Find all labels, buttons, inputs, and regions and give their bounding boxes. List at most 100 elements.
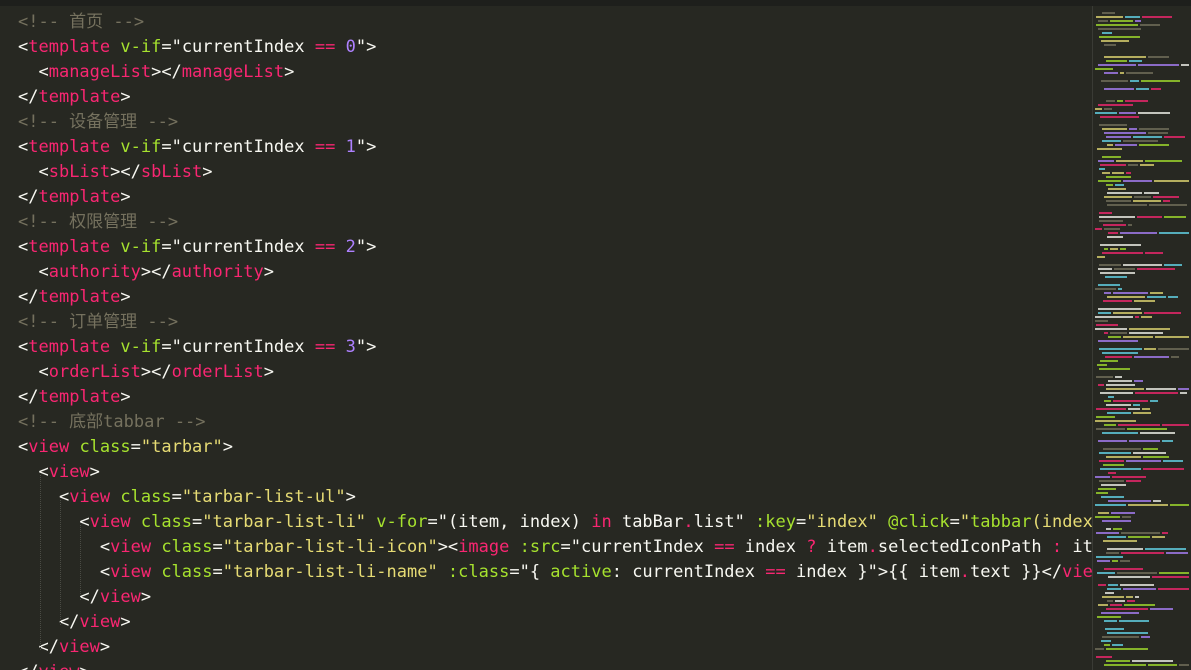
code-line[interactable]: <view class="tarbar"> [0, 435, 233, 460]
minimap-stroke [1126, 480, 1141, 482]
minimap-stroke [1121, 552, 1164, 554]
code-line[interactable]: <sbList></sbList> [0, 160, 212, 185]
code-line[interactable]: <view class="tarbar-list-li" v-for="(ite… [0, 510, 1092, 535]
code-token: in [591, 512, 612, 532]
minimap-stroke [1127, 600, 1135, 602]
minimap-stroke [1106, 608, 1148, 610]
code-line[interactable]: <view> [0, 460, 99, 485]
minimap-stroke [1162, 424, 1189, 426]
code-line[interactable]: <!-- 首页 --> [0, 10, 144, 35]
minimap-stroke [1147, 296, 1166, 298]
code-token: </ [18, 287, 39, 307]
minimap-stroke [1102, 140, 1121, 142]
minimap-stroke [1095, 108, 1102, 110]
code-token: class [110, 487, 172, 507]
minimap-stroke [1153, 500, 1161, 502]
minimap-stroke [1171, 356, 1179, 358]
code-line-text: <!-- 权限管理 --> [0, 212, 178, 232]
minimap-stroke [1144, 348, 1156, 350]
code-editor[interactable]: <!-- 首页 --> <template v-if="currentIndex … [0, 10, 1092, 670]
code-line[interactable]: <view class="tarbar-list-li-name" :class… [0, 560, 1092, 585]
code-line[interactable]: </view> [0, 635, 110, 660]
minimap-stroke [1115, 600, 1125, 602]
minimap-stroke [1098, 284, 1120, 286]
minimap-stroke [1095, 420, 1136, 422]
code-token: > [222, 437, 234, 457]
code-line[interactable]: <!-- 订单管理 --> [0, 310, 178, 335]
code-token: index [734, 537, 807, 557]
code-token: template [38, 87, 121, 107]
code-token: item [1072, 537, 1092, 557]
code-token: "> [355, 337, 377, 357]
code-token: </ [18, 637, 59, 657]
minimap-stroke [1112, 644, 1123, 646]
code-line[interactable]: <!-- 权限管理 --> [0, 210, 178, 235]
code-line[interactable]: <orderList></orderList> [0, 360, 273, 385]
code-line[interactable]: <!-- 底部tabbar --> [0, 410, 206, 435]
minimap-stroke [1098, 20, 1108, 22]
code-line[interactable]: <view class="tarbar-list-li-icon"><image… [0, 535, 1092, 560]
code-token: =" [161, 137, 182, 157]
minimap-stroke [1104, 88, 1134, 90]
code-line[interactable]: </template> [0, 385, 131, 410]
minimap-stroke [1112, 476, 1146, 478]
minimap-stroke [1122, 516, 1131, 518]
minimap-stroke [1099, 36, 1140, 38]
code-line[interactable]: </template> [0, 85, 131, 110]
minimap[interactable] [1092, 6, 1191, 670]
minimap-stroke [1155, 336, 1189, 338]
code-line[interactable]: <manageList></manageList> [0, 60, 294, 85]
minimap-stroke [1133, 452, 1166, 454]
code-token: class [151, 537, 213, 557]
minimap-stroke [1143, 448, 1158, 450]
code-line[interactable]: <template v-if="currentIndex == 1"> [0, 135, 376, 160]
code-line[interactable]: <!-- 设备管理 --> [0, 110, 178, 135]
code-line[interactable]: </view> [0, 610, 131, 635]
code-token: currentIndex [181, 37, 315, 57]
minimap-stroke [1129, 332, 1163, 334]
minimap-stroke [1106, 388, 1144, 390]
minimap-stroke [1102, 596, 1124, 598]
code-token: = [796, 512, 807, 532]
minimap-stroke [1134, 300, 1155, 302]
minimap-stroke [1123, 336, 1153, 338]
code-line[interactable]: <template v-if="currentIndex == 3"> [0, 335, 376, 360]
minimap-stroke [1100, 164, 1126, 166]
minimap-stroke [1137, 268, 1175, 270]
minimap-stroke [1095, 476, 1110, 478]
code-token: "tarbar" [140, 437, 223, 457]
code-token: = [192, 512, 203, 532]
code-token: v-if [110, 337, 162, 357]
minimap-stroke [1104, 248, 1108, 250]
code-line-text: <sbList></sbList> [0, 162, 212, 182]
code-line[interactable]: </view> [0, 660, 90, 670]
minimap-stroke [1099, 220, 1123, 222]
code-token: :src [509, 537, 561, 557]
minimap-stroke [1159, 232, 1189, 234]
minimap-stroke [1139, 144, 1169, 146]
code-token: <!-- 首页 --> [18, 12, 145, 32]
code-line[interactable]: <template v-if="currentIndex == 0"> [0, 35, 376, 60]
code-line[interactable]: <template v-if="currentIndex == 2"> [0, 235, 376, 260]
minimap-stroke [1113, 292, 1148, 294]
code-line[interactable]: <view class="tarbar-list-ul"> [0, 485, 356, 510]
code-token: currentIndex [181, 137, 315, 157]
code-token: < [18, 162, 49, 182]
code-line[interactable]: </template> [0, 285, 131, 310]
code-token: orderList [48, 362, 141, 382]
code-line-text: </view> [0, 612, 131, 632]
minimap-stroke [1104, 44, 1116, 46]
code-line[interactable]: </view> [0, 585, 151, 610]
code-token: view [48, 462, 90, 482]
minimap-stroke [1124, 604, 1155, 606]
minimap-stroke [1128, 224, 1132, 226]
code-token: <!-- 权限管理 --> [18, 212, 179, 232]
minimap-stroke [1096, 532, 1119, 534]
code-token: class [69, 437, 131, 457]
minimap-stroke [1101, 640, 1111, 642]
minimap-stroke [1104, 56, 1146, 58]
minimap-stroke [1148, 132, 1168, 134]
code-line[interactable]: </template> [0, 185, 131, 210]
code-token: ="currentIndex [560, 537, 715, 557]
code-line[interactable]: <authority></authority> [0, 260, 273, 285]
